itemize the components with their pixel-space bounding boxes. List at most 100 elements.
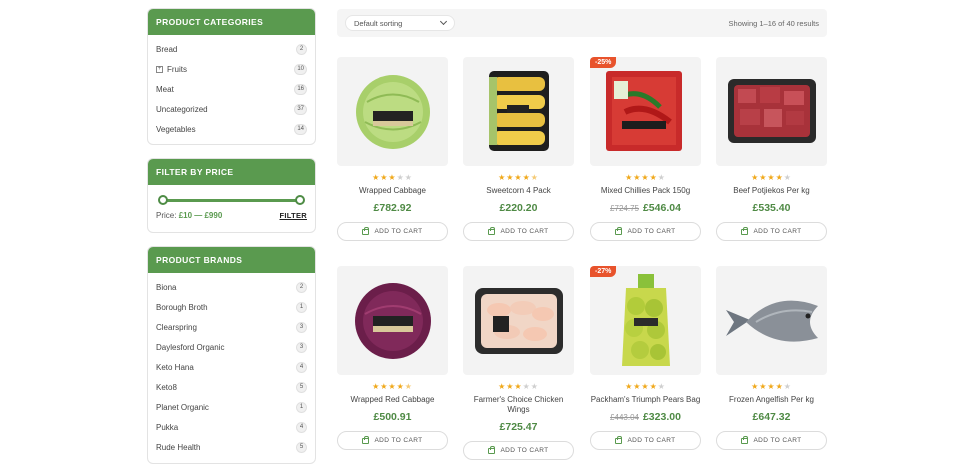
brand-label: Keto8 bbox=[156, 382, 177, 392]
category-item[interactable]: Meat 16 bbox=[148, 79, 315, 99]
product-price: £500.91 bbox=[373, 411, 412, 423]
product-price: £647.32 bbox=[752, 411, 791, 423]
brand-count: 4 bbox=[296, 361, 307, 373]
rating-stars: ★★★★★ bbox=[372, 382, 413, 391]
add-to-cart-button[interactable]: ADD TO CART bbox=[463, 222, 574, 241]
product-card: ★★★★★ Wrapped Red Cabbage £500.91 ADD TO… bbox=[337, 266, 448, 450]
product-image[interactable]: -25% bbox=[590, 57, 701, 166]
brand-item[interactable]: Daylesford Organic 3 bbox=[148, 337, 315, 357]
slider-max-handle[interactable] bbox=[295, 195, 305, 205]
category-label: Uncategorized bbox=[156, 104, 208, 114]
product-name[interactable]: Beef Potjiekos Per kg bbox=[716, 186, 827, 196]
brand-item[interactable]: Clearspring 3 bbox=[148, 317, 315, 337]
category-item[interactable]: Vegetables 14 bbox=[148, 119, 315, 139]
bag-icon bbox=[362, 435, 370, 444]
product-card: -27% ★★★★★ Packham's Triumph Pears Bag £… bbox=[590, 266, 701, 450]
product-name[interactable]: Frozen Angelfish Per kg bbox=[716, 395, 827, 405]
pears-image bbox=[622, 274, 670, 366]
brand-count: 3 bbox=[296, 321, 307, 333]
category-count: 37 bbox=[294, 103, 307, 115]
product-name[interactable]: Wrapped Cabbage bbox=[337, 186, 448, 196]
price-range-text: Price: £10 — £990 bbox=[156, 211, 223, 220]
brand-label: Clearspring bbox=[156, 322, 197, 332]
brand-label: Daylesford Organic bbox=[156, 342, 225, 352]
price-slider[interactable] bbox=[158, 195, 305, 205]
rating-stars: ★★★★★ bbox=[751, 173, 792, 182]
sort-value: Default sorting bbox=[354, 18, 403, 28]
chevron-down-icon bbox=[439, 17, 448, 26]
category-label: Bread bbox=[156, 44, 178, 54]
category-count: 16 bbox=[294, 83, 307, 95]
sort-select[interactable]: Default sorting bbox=[345, 15, 455, 31]
filter-by-price-widget: Filter by price Price: £10 — £990 FILTER bbox=[147, 158, 316, 233]
angelfish-image bbox=[726, 300, 818, 342]
product-card: ★★★★★ Frozen Angelfish Per kg £647.32 AD… bbox=[716, 266, 827, 450]
bag-icon bbox=[615, 435, 623, 444]
category-item[interactable]: Uncategorized 37 bbox=[148, 99, 315, 119]
product-categories-widget: Product Categories Bread 2 + Fruits 10 Me… bbox=[147, 8, 316, 145]
brand-label: Pukka bbox=[156, 422, 179, 432]
result-count: Showing 1–16 of 40 results bbox=[728, 18, 819, 28]
shop-toolbar: Default sorting Showing 1–16 of 40 resul… bbox=[337, 9, 827, 37]
brand-count: 1 bbox=[296, 401, 307, 413]
product-price: £782.92 bbox=[373, 202, 412, 214]
category-item[interactable]: + Fruits 10 bbox=[148, 59, 315, 79]
brand-count: 5 bbox=[296, 441, 307, 453]
category-item[interactable]: Bread 2 bbox=[148, 39, 315, 59]
add-to-cart-button[interactable]: ADD TO CART bbox=[716, 431, 827, 450]
product-image[interactable] bbox=[337, 57, 448, 166]
add-to-cart-button[interactable]: ADD TO CART bbox=[337, 222, 448, 241]
brand-label: Biona bbox=[156, 282, 177, 292]
chicken-wings-image bbox=[475, 288, 563, 354]
brand-item[interactable]: Borough Broth 1 bbox=[148, 297, 315, 317]
sale-badge: -27% bbox=[590, 266, 617, 277]
product-card: ★★★★★ Farmer's Choice Chicken Wings £725… bbox=[463, 266, 574, 460]
product-image[interactable] bbox=[463, 266, 574, 375]
sweetcorn-image bbox=[489, 71, 549, 151]
brand-item[interactable]: Planet Organic 1 bbox=[148, 397, 315, 417]
product-card: -25% ★★★★★ Mixed Chillies Pack 150g £724… bbox=[590, 57, 701, 241]
filter-button[interactable]: FILTER bbox=[280, 211, 308, 220]
brand-item[interactable]: Biona 2 bbox=[148, 277, 315, 297]
product-brands-widget: Product Brands Biona 2 Borough Broth 1 Cle… bbox=[147, 246, 316, 464]
brand-count: 3 bbox=[296, 341, 307, 353]
add-to-cart-button[interactable]: ADD TO CART bbox=[716, 222, 827, 241]
brand-item[interactable]: Keto8 5 bbox=[148, 377, 315, 397]
brand-count: 4 bbox=[296, 421, 307, 433]
brand-item[interactable]: Rude Health 5 bbox=[148, 437, 315, 457]
product-name[interactable]: Farmer's Choice Chicken Wings bbox=[463, 395, 574, 415]
product-image[interactable] bbox=[463, 57, 574, 166]
brand-count: 2 bbox=[296, 281, 307, 293]
widget-title: Product Categories bbox=[148, 9, 315, 35]
product-name[interactable]: Mixed Chillies Pack 150g bbox=[590, 186, 701, 196]
add-to-cart-button[interactable]: ADD TO CART bbox=[590, 431, 701, 450]
add-to-cart-button[interactable]: ADD TO CART bbox=[590, 222, 701, 241]
brand-label: Planet Organic bbox=[156, 402, 209, 412]
expand-icon[interactable]: + bbox=[156, 65, 163, 73]
product-name[interactable]: Sweetcorn 4 Pack bbox=[463, 186, 574, 196]
category-label: Meat bbox=[156, 84, 174, 94]
product-image[interactable] bbox=[716, 57, 827, 166]
product-price: £220.20 bbox=[499, 202, 538, 214]
rating-stars: ★★★★★ bbox=[751, 382, 792, 391]
rating-stars: ★★★★★ bbox=[625, 382, 666, 391]
product-price: £725.47 bbox=[499, 421, 538, 433]
bag-icon bbox=[488, 445, 496, 454]
category-count: 10 bbox=[294, 63, 307, 75]
product-image[interactable] bbox=[716, 266, 827, 375]
product-name[interactable]: Wrapped Red Cabbage bbox=[337, 395, 448, 405]
sale-badge: -25% bbox=[590, 57, 617, 68]
product-name[interactable]: Packham's Triumph Pears Bag bbox=[590, 395, 701, 405]
add-to-cart-button[interactable]: ADD TO CART bbox=[463, 441, 574, 460]
product-image[interactable] bbox=[337, 266, 448, 375]
brand-item[interactable]: Pukka 4 bbox=[148, 417, 315, 437]
product-image[interactable]: -27% bbox=[590, 266, 701, 375]
brand-item[interactable]: Keto Hana 4 bbox=[148, 357, 315, 377]
slider-track bbox=[161, 199, 302, 202]
brand-label: Borough Broth bbox=[156, 302, 208, 312]
widget-title: Filter by price bbox=[148, 159, 315, 185]
slider-min-handle[interactable] bbox=[158, 195, 168, 205]
add-to-cart-button[interactable]: ADD TO CART bbox=[337, 431, 448, 450]
rating-stars: ★★★★★ bbox=[498, 173, 539, 182]
product-card: ★★★★★ Sweetcorn 4 Pack £220.20 ADD TO CA… bbox=[463, 57, 574, 241]
